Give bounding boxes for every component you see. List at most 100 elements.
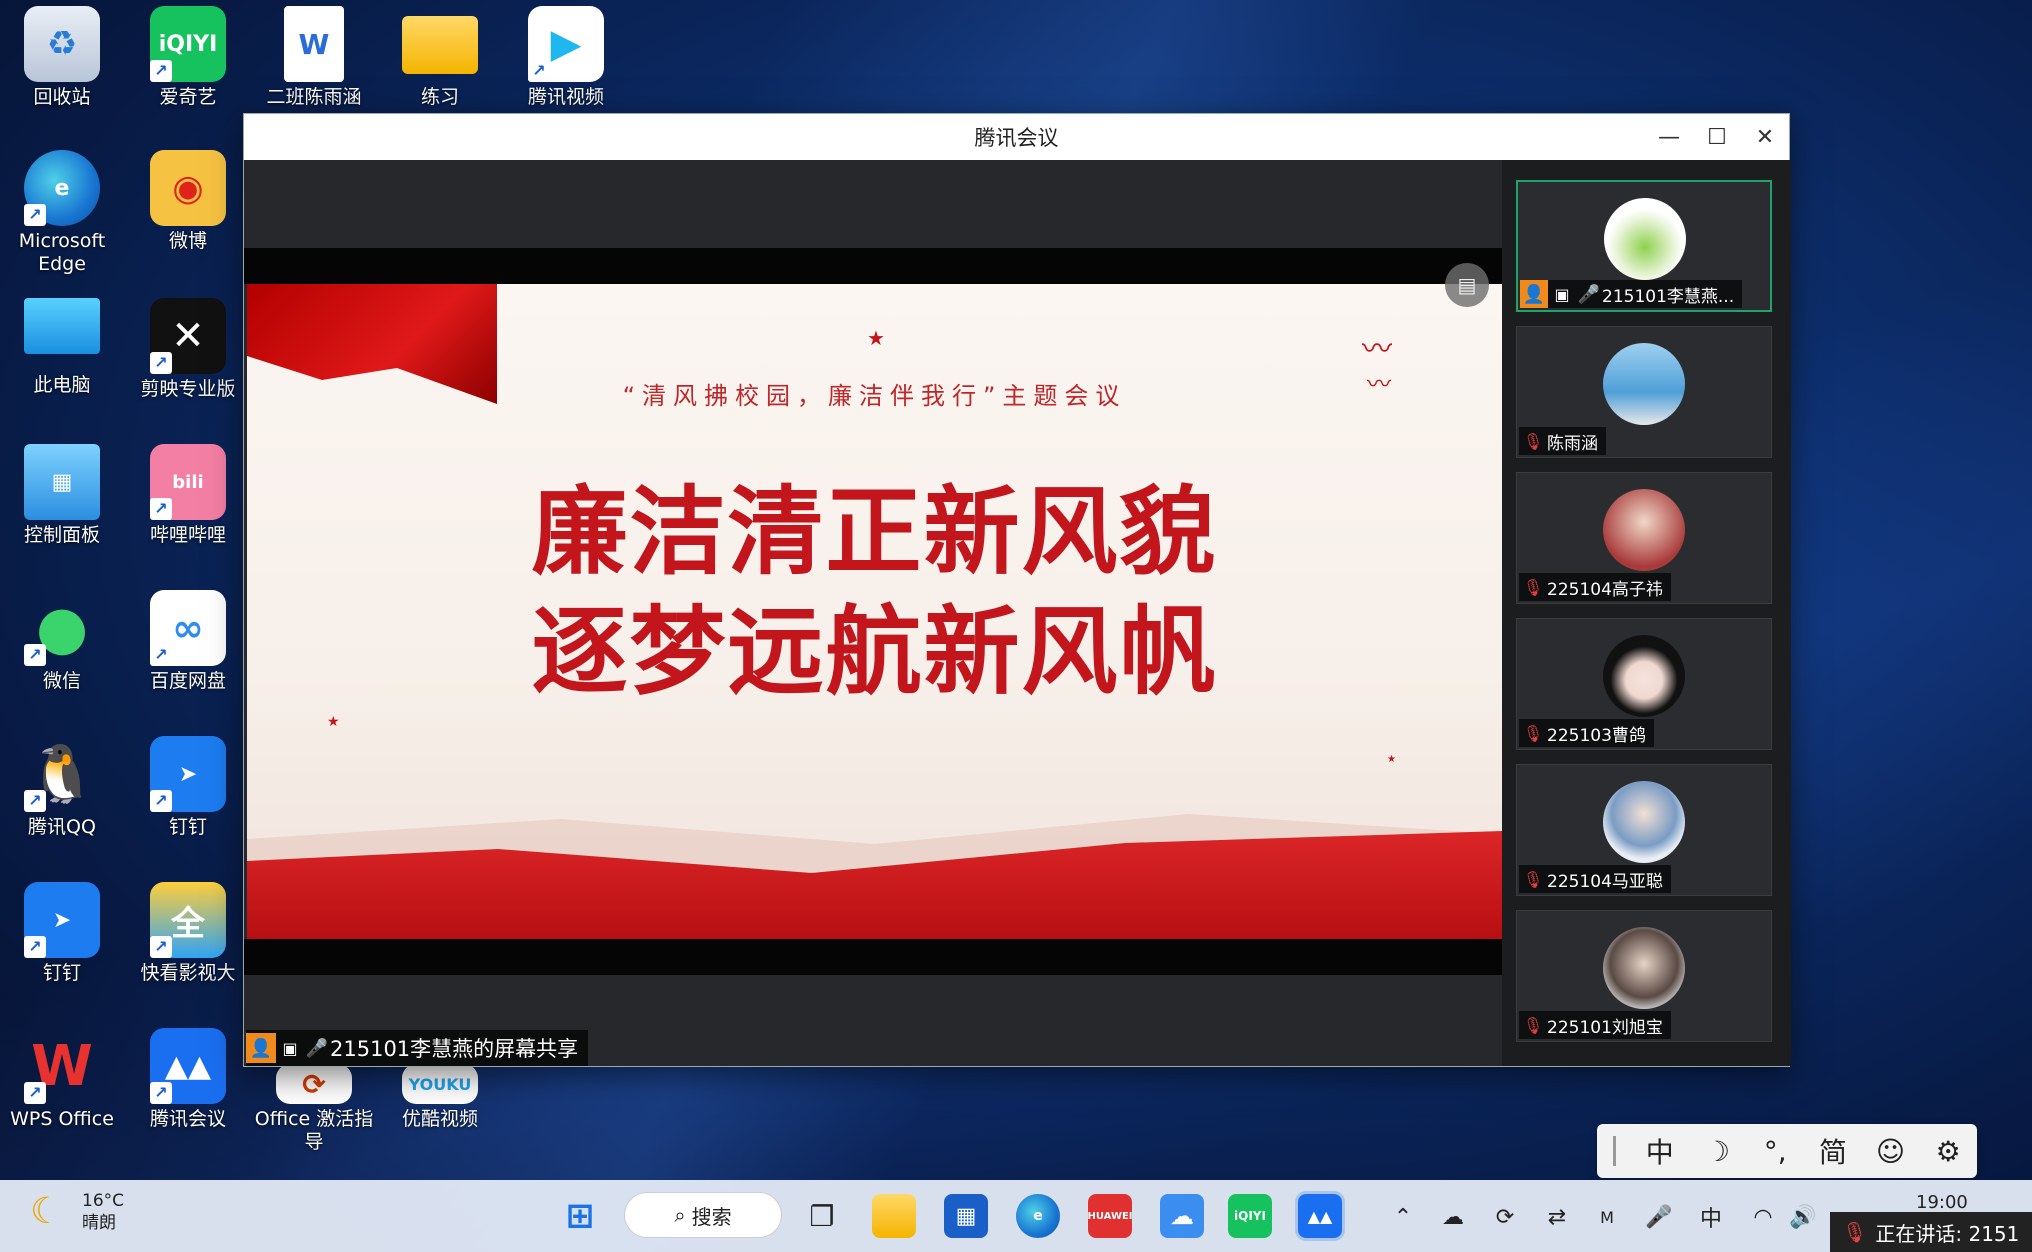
desktop-icon-wps[interactable]: W ↗ WPS Office [0, 1028, 124, 1162]
ime-punctuation-toggle[interactable]: °, [1746, 1124, 1804, 1178]
tencent-meeting-taskbar-icon[interactable]: ▲▲ [1298, 1194, 1342, 1238]
volume-icon[interactable]: 🔊 [1786, 1202, 1820, 1232]
speaking-indicator: 🎙 正在讲话: 2151 [1830, 1212, 2032, 1252]
host-icon: 👤 [1520, 280, 1548, 308]
ime-moon-icon[interactable]: ☽ [1689, 1124, 1747, 1178]
participant-namebar: 👤 ▣ 🎤 215101李慧燕... [1520, 280, 1743, 308]
participant-sidebar: 👤 ▣ 🎤 215101李慧燕... 🎙 陈雨涵 🎙 225104高子祎 🎙 2… [1502, 160, 1791, 1066]
microsoft-store-icon[interactable]: ▦ [944, 1194, 988, 1238]
desktop-icon-recycle-bin[interactable]: ♻ 回收站 [0, 6, 124, 140]
star-icon: ★ [1387, 754, 1396, 765]
ime-language-toggle[interactable]: 中 [1631, 1124, 1689, 1178]
desktop-icon-label: WPS Office [10, 1108, 114, 1130]
chevron-up-icon[interactable]: ⌃ [1386, 1202, 1420, 1232]
desktop-icon-this-pc[interactable]: 此电脑 [0, 298, 124, 432]
cloud-app-icon[interactable]: ☁ [1160, 1194, 1204, 1238]
wifi-icon[interactable]: ◠ [1746, 1202, 1780, 1232]
star-icon: ★ [867, 326, 885, 350]
participant-tile[interactable]: 🎙 225103曹鸽 [1516, 618, 1772, 750]
desktop-icon-label: 此电脑 [33, 374, 91, 396]
close-button[interactable]: ✕ [1741, 114, 1789, 160]
ime-settings-icon[interactable]: ⚙ [1919, 1124, 1977, 1178]
iqiyi-taskbar-icon[interactable]: iQIYI [1228, 1194, 1272, 1238]
desktop-icon-kuaikan[interactable]: 全 ↗ 快看影视大 [126, 882, 250, 1016]
participant-tile[interactable]: 👤 ▣ 🎤 215101李慧燕... [1516, 180, 1772, 312]
edge-icon: e ↗ [24, 150, 100, 226]
view-toggle-button[interactable]: ▤ [1445, 263, 1489, 307]
participant-name: 陈雨涵 [1547, 433, 1598, 454]
desktop-icon-bilibili[interactable]: bili ↗ 哔哩哔哩 [126, 444, 250, 578]
shared-slide: ★ ★ ★ 〰 〰 “清风拂校园，廉洁伴我行”主题会议 廉洁清正新风貌 逐梦远航… [247, 284, 1502, 939]
desktop-icon-control-panel[interactable]: ▦ 控制面板 [0, 444, 124, 578]
task-view-icon[interactable]: ❐ [800, 1194, 844, 1238]
dingtalk-icon: ➤ ↗ [150, 736, 226, 812]
desktop-icon-wechat[interactable]: ● ↗ 微信 [0, 590, 124, 724]
weather-widget[interactable]: ☾ 16°C 晴朗 [30, 1190, 124, 1234]
sync-icon[interactable]: ⟳ [1488, 1202, 1522, 1232]
minimize-button[interactable]: — [1645, 114, 1693, 160]
tencent-meeting-window: 腾讯会议 — ☐ ✕ ★ ★ ★ 〰 〰 “清风拂校园，廉洁伴我行”主题会议 廉… [243, 113, 1791, 1067]
onedrive-icon[interactable]: ☁ [1436, 1202, 1470, 1232]
participant-tile[interactable]: 🎙 225104马亚聪 [1516, 764, 1772, 896]
desktop-icon-weibo[interactable]: ◉ 微博 [126, 150, 250, 284]
ime-drag-handle[interactable] [1613, 1136, 1631, 1166]
mic-active-icon: 🎤 [305, 1037, 329, 1059]
mic-muted-icon: 🎙 [1842, 1220, 1868, 1244]
moon-icon: ☾ [30, 1191, 63, 1232]
ime-simplified-toggle[interactable]: 简 [1804, 1124, 1862, 1178]
recycle-bin-icon: ♻ [24, 6, 100, 82]
desktop-icon-capcut[interactable]: ✕ ↗ 剪映专业版 [126, 298, 250, 432]
maximize-button[interactable]: ☐ [1693, 114, 1741, 160]
desktop-icon-label: 回收站 [33, 86, 91, 108]
taskbar-clock[interactable]: 19:00 [1916, 1192, 1968, 1213]
office-activation-icon: ⟳ [276, 1064, 352, 1104]
desktop-icon-iqiyi[interactable]: iQIYI ↗ 爱奇艺 [126, 6, 250, 140]
desktop-icon-edge[interactable]: e ↗ Microsoft Edge [0, 150, 124, 284]
participant-tile[interactable]: 🎙 225104高子祎 [1516, 472, 1772, 604]
desktop-icon-label: 剪映专业版 [140, 378, 236, 400]
mic-muted-icon: 🎙 [1522, 1015, 1544, 1035]
ime-emoji-icon[interactable]: ☺ [1862, 1124, 1920, 1178]
star-icon: ★ [327, 714, 340, 730]
bird-icon: 〰 [1362, 332, 1392, 367]
participant-tile[interactable]: 🎙 225101刘旭宝 [1516, 910, 1772, 1042]
letterbox-top [244, 248, 1502, 284]
file-explorer-icon[interactable] [872, 1194, 916, 1238]
folder-icon [402, 16, 478, 74]
window-titlebar[interactable]: 腾讯会议 — ☐ ✕ [244, 114, 1789, 160]
word-document-icon: W [284, 6, 344, 82]
transfer-icon[interactable]: ⇄ [1540, 1202, 1574, 1232]
desktop-icon-label: 腾讯会议 [149, 1108, 226, 1130]
participant-name: 225104高子祎 [1547, 579, 1663, 600]
edge-taskbar-icon[interactable]: e [1016, 1194, 1060, 1238]
mic-muted-icon: 🎙 [1522, 577, 1544, 597]
participant-name: 225101刘旭宝 [1547, 1017, 1663, 1038]
weather-desc: 晴朗 [82, 1213, 116, 1233]
avatar [1603, 781, 1685, 863]
desktop-icon-dingtalk[interactable]: ➤ ↗ 钉钉 [0, 882, 124, 1016]
huawei-icon[interactable]: HUAWEI [1087, 1194, 1133, 1238]
desktop-icon-label: 百度网盘 [149, 670, 226, 692]
host-icon: 👤 [246, 1033, 276, 1063]
desktop-icon-dingtalk-2[interactable]: ➤ ↗ 钉钉 [126, 736, 250, 870]
desktop-icon-label: 钉钉 [168, 816, 207, 838]
ime-mode-icon[interactable]: M [1590, 1202, 1624, 1232]
participant-namebar: 🎙 225103曹鸽 [1519, 719, 1654, 747]
avatar [1604, 198, 1686, 280]
desktop-icon-qq[interactable]: 🐧 ↗ 腾讯QQ [0, 736, 124, 870]
microphone-icon[interactable]: 🎤 [1642, 1202, 1676, 1232]
input-language-indicator[interactable]: 中 [1694, 1202, 1728, 1232]
kuaikan-icon: 全 ↗ [150, 882, 226, 958]
desktop-icon-label: 腾讯视频 [527, 86, 604, 108]
desktop-icon-label: 快看影视大 [140, 962, 236, 984]
desktop-icon-label: Microsoft Edge [18, 230, 106, 275]
tencent-video-icon: ▶ ↗ [528, 6, 604, 82]
participant-namebar: 🎙 225101刘旭宝 [1519, 1011, 1671, 1039]
taskbar-search[interactable]: ⌕ 搜索 [624, 1192, 782, 1238]
participant-tile[interactable]: 🎙 陈雨涵 [1516, 326, 1772, 458]
windows-start-icon[interactable]: ⊞ [558, 1194, 602, 1238]
desktop-icon-baidu-pan[interactable]: ∞ ↗ 百度网盘 [126, 590, 250, 724]
desktop-icon-tencent-meeting[interactable]: ▲▲ ↗ 腾讯会议 [126, 1028, 250, 1162]
slide-headline-line1: 廉洁清正新风貌 [531, 476, 1218, 588]
shared-screen-area[interactable]: ★ ★ ★ 〰 〰 “清风拂校园，廉洁伴我行”主题会议 廉洁清正新风貌 逐梦远航… [244, 160, 1502, 1066]
